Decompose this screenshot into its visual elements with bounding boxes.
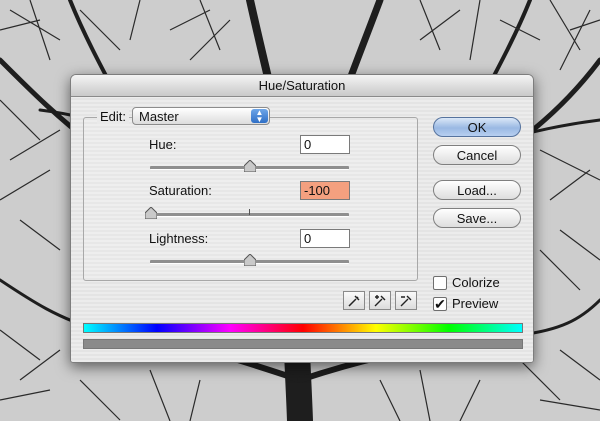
eyedropper-icon <box>348 295 360 307</box>
hue-slider-thumb[interactable] <box>244 160 256 172</box>
saturation-input[interactable]: -100 <box>300 181 350 200</box>
eyedropper-button[interactable] <box>343 291 365 310</box>
select-arrows-icon: ▲ ▼ <box>251 109 268 124</box>
eyedropper-minus-icon <box>400 295 412 307</box>
saturation-center-tick <box>249 209 250 215</box>
eyedropper-minus-button[interactable] <box>395 291 417 310</box>
lightness-label: Lightness: <box>149 231 209 246</box>
edit-channel-select[interactable]: Master ▲ ▼ <box>132 107 270 125</box>
hue-saturation-dialog: Hue/Saturation Edit: Master ▲ ▼ Hue: 0 Sa… <box>70 74 534 363</box>
edit-channel-value: Master <box>139 109 179 124</box>
result-color-bar <box>83 339 523 349</box>
colorize-label: Colorize <box>452 275 500 290</box>
load-button[interactable]: Load... <box>433 180 521 200</box>
cancel-button[interactable]: Cancel <box>433 145 521 165</box>
ok-button[interactable]: OK <box>433 117 521 137</box>
dialog-title: Hue/Saturation <box>71 75 533 97</box>
preview-checkbox[interactable]: ✔ <box>433 297 447 311</box>
lightness-slider-thumb[interactable] <box>244 254 256 266</box>
hue-spectrum-bar <box>83 323 523 333</box>
colorize-checkbox[interactable] <box>433 276 447 290</box>
edit-label: Edit: <box>97 109 130 124</box>
saturation-label: Saturation: <box>149 183 212 198</box>
hue-label: Hue: <box>149 137 177 152</box>
lightness-input[interactable]: 0 <box>300 229 350 248</box>
saturation-slider-thumb[interactable] <box>145 207 157 219</box>
eyedropper-plus-button[interactable] <box>369 291 391 310</box>
preview-label: Preview <box>452 296 499 311</box>
hue-input[interactable]: 0 <box>300 135 350 154</box>
save-button[interactable]: Save... <box>433 208 521 228</box>
eyedropper-plus-icon <box>374 295 386 307</box>
